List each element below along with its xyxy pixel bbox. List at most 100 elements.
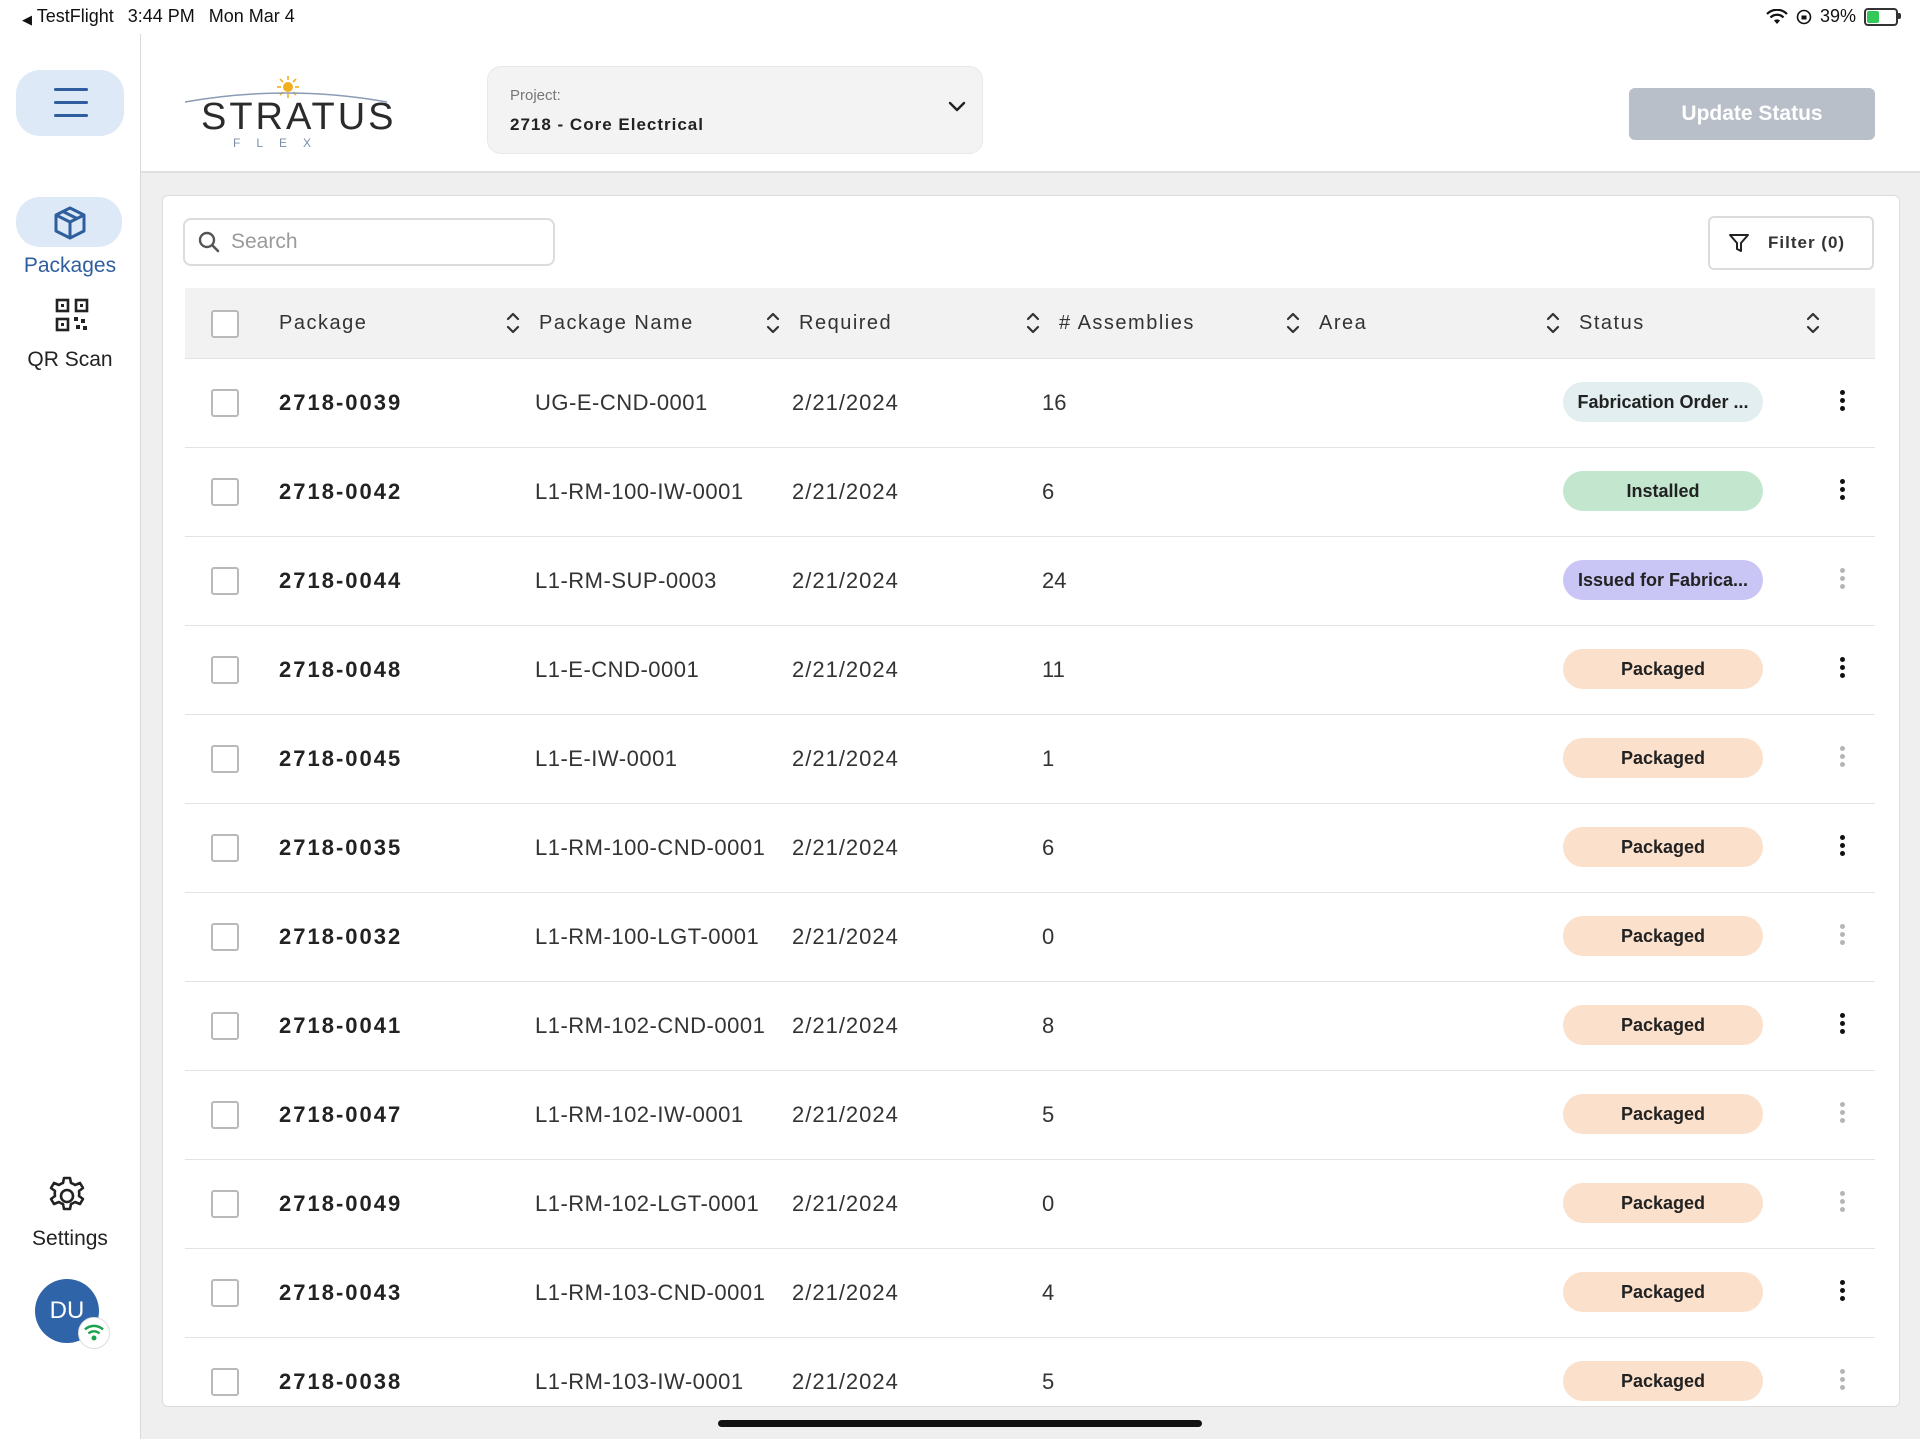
qr-scan-icon: [55, 298, 89, 332]
logo-wordmark: STRATUS: [201, 96, 397, 138]
required-date: 2/21/2024: [792, 1102, 899, 1127]
required-date: 2/21/2024: [792, 835, 899, 860]
package-number: 2718-0048: [279, 657, 403, 682]
column-header-package-name[interactable]: Package Name: [539, 312, 694, 335]
row-checkbox[interactable]: [211, 656, 239, 684]
row-checkbox[interactable]: [211, 389, 239, 417]
status-bar: ◀ TestFlight 3:44 PM Mon Mar 4 39%: [0, 0, 1920, 34]
status-badge: Packaged: [1563, 1005, 1763, 1045]
status-badge: Packaged: [1563, 1094, 1763, 1134]
row-checkbox[interactable]: [211, 834, 239, 862]
more-options-icon[interactable]: [1835, 387, 1849, 419]
filter-icon: [1729, 234, 1749, 252]
more-options-icon[interactable]: [1835, 921, 1849, 953]
back-arrow-icon: ◀: [22, 12, 32, 27]
assemblies-count: 16: [1042, 390, 1067, 415]
table-row[interactable]: 2718-0047 L1-RM-102-IW-0001 2/21/2024 5 Pack…: [185, 1071, 1875, 1160]
table-row[interactable]: 2718-0041 L1-RM-102-CND-0001 2/21/2024 8 Pac…: [185, 982, 1875, 1071]
package-name: L1-RM-102-CND-0001: [535, 1013, 766, 1038]
sort-icon[interactable]: [765, 310, 781, 336]
table-row[interactable]: 2718-0038 L1-RM-103-IW-0001 2/21/2024 5 Pack…: [185, 1338, 1875, 1406]
packages-table: Package Package Name Required # Assembli…: [185, 288, 1875, 1406]
required-date: 2/21/2024: [792, 657, 899, 682]
row-checkbox[interactable]: [211, 1012, 239, 1040]
required-date: 2/21/2024: [792, 390, 899, 415]
table-row[interactable]: 2718-0032 L1-RM-100-LGT-0001 2/21/2024 0 Pac…: [185, 893, 1875, 982]
table-row[interactable]: 2718-0044 L1-RM-SUP-0003 2/21/2024 24 Issued…: [185, 537, 1875, 626]
project-selector[interactable]: Project: 2718 - Core Electrical: [487, 66, 983, 154]
more-options-icon[interactable]: [1835, 1010, 1849, 1042]
package-name: L1-RM-100-LGT-0001: [535, 924, 760, 949]
update-status-button[interactable]: Update Status: [1629, 88, 1875, 140]
row-checkbox[interactable]: [211, 567, 239, 595]
row-checkbox[interactable]: [211, 745, 239, 773]
sort-icon[interactable]: [1025, 310, 1041, 336]
battery-percent: 39%: [1819, 6, 1856, 26]
row-checkbox[interactable]: [211, 1190, 239, 1218]
orientation-lock-icon: [1796, 9, 1812, 24]
row-checkbox[interactable]: [211, 1279, 239, 1307]
menu-button[interactable]: [16, 70, 124, 136]
column-header-required[interactable]: Required: [799, 312, 892, 335]
filter-button[interactable]: Filter (0): [1708, 216, 1874, 270]
select-all-checkbox[interactable]: [211, 310, 239, 338]
row-checkbox[interactable]: [211, 478, 239, 506]
package-name: L1-RM-102-IW-0001: [535, 1102, 744, 1127]
gear-icon: [49, 1176, 85, 1211]
filter-label: Filter (0): [1768, 233, 1846, 252]
package-number: 2718-0035: [279, 835, 403, 860]
online-status-badge: [78, 1317, 110, 1349]
more-options-icon[interactable]: [1835, 1188, 1849, 1220]
more-options-icon[interactable]: [1835, 743, 1849, 775]
project-label: Project:: [510, 87, 561, 104]
search-field[interactable]: [183, 218, 555, 266]
table-row[interactable]: 2718-0039 UG-E-CND-0001 2/21/2024 16 Fabrica…: [185, 359, 1875, 448]
package-number: 2718-0045: [279, 746, 403, 771]
required-date: 2/21/2024: [792, 568, 899, 593]
required-date: 2/21/2024: [792, 479, 899, 504]
more-options-icon[interactable]: [1835, 1277, 1849, 1309]
logo-subtext: FLEX: [233, 136, 328, 150]
table-row[interactable]: 2718-0048 L1-E-CND-0001 2/21/2024 11 Package…: [185, 626, 1875, 715]
table-body: 2718-0039 UG-E-CND-0001 2/21/2024 16 Fabrica…: [185, 359, 1875, 1406]
column-header-status[interactable]: Status: [1579, 312, 1645, 335]
more-options-icon[interactable]: [1835, 476, 1849, 508]
sort-icon[interactable]: [1285, 310, 1301, 336]
assemblies-count: 5: [1042, 1102, 1055, 1127]
more-options-icon[interactable]: [1835, 832, 1849, 864]
table-row[interactable]: 2718-0043 L1-RM-103-CND-0001 2/21/2024 4 Pac…: [185, 1249, 1875, 1338]
required-date: 2/21/2024: [792, 1369, 899, 1394]
sort-icon[interactable]: [1545, 310, 1561, 336]
table-row[interactable]: 2718-0049 L1-RM-102-LGT-0001 2/21/2024 0 Pac…: [185, 1160, 1875, 1249]
package-name: L1-RM-102-LGT-0001: [535, 1191, 760, 1216]
table-row[interactable]: 2718-0045 L1-E-IW-0001 2/21/2024 1 Packaged: [185, 715, 1875, 804]
more-options-icon[interactable]: [1835, 1366, 1849, 1398]
more-options-icon[interactable]: [1835, 565, 1849, 597]
assemblies-count: 4: [1042, 1280, 1055, 1305]
package-name: L1-E-IW-0001: [535, 746, 678, 771]
row-checkbox[interactable]: [211, 923, 239, 951]
package-name: L1-RM-103-IW-0001: [535, 1369, 744, 1394]
status-time: 3:44 PM: [127, 6, 195, 26]
row-checkbox[interactable]: [211, 1101, 239, 1129]
sort-icon[interactable]: [1805, 310, 1821, 336]
table-row[interactable]: 2718-0042 L1-RM-100-IW-0001 2/21/2024 6 Inst…: [185, 448, 1875, 537]
column-header-package[interactable]: Package: [279, 312, 367, 335]
chevron-down-icon: [948, 101, 966, 112]
more-options-icon[interactable]: [1835, 1099, 1849, 1131]
row-checkbox[interactable]: [211, 1368, 239, 1396]
table-row[interactable]: 2718-0035 L1-RM-100-CND-0001 2/21/2024 6 Pac…: [185, 804, 1875, 893]
sidebar-item-label: Settings: [32, 1227, 108, 1250]
column-header-assemblies[interactable]: # Assemblies: [1059, 312, 1195, 335]
column-header-area[interactable]: Area: [1319, 312, 1367, 335]
sidebar: Packages QR Scan Settings DU: [0, 34, 141, 1439]
wifi-icon: [1766, 8, 1788, 24]
back-to-app-link[interactable]: ◀ TestFlight: [22, 6, 114, 27]
assemblies-count: 5: [1042, 1369, 1055, 1394]
package-number: 2718-0041: [279, 1013, 403, 1038]
sort-icon[interactable]: [505, 310, 521, 336]
search-input[interactable]: [229, 226, 543, 258]
required-date: 2/21/2024: [792, 1191, 899, 1216]
required-date: 2/21/2024: [792, 746, 899, 771]
more-options-icon[interactable]: [1835, 654, 1849, 686]
